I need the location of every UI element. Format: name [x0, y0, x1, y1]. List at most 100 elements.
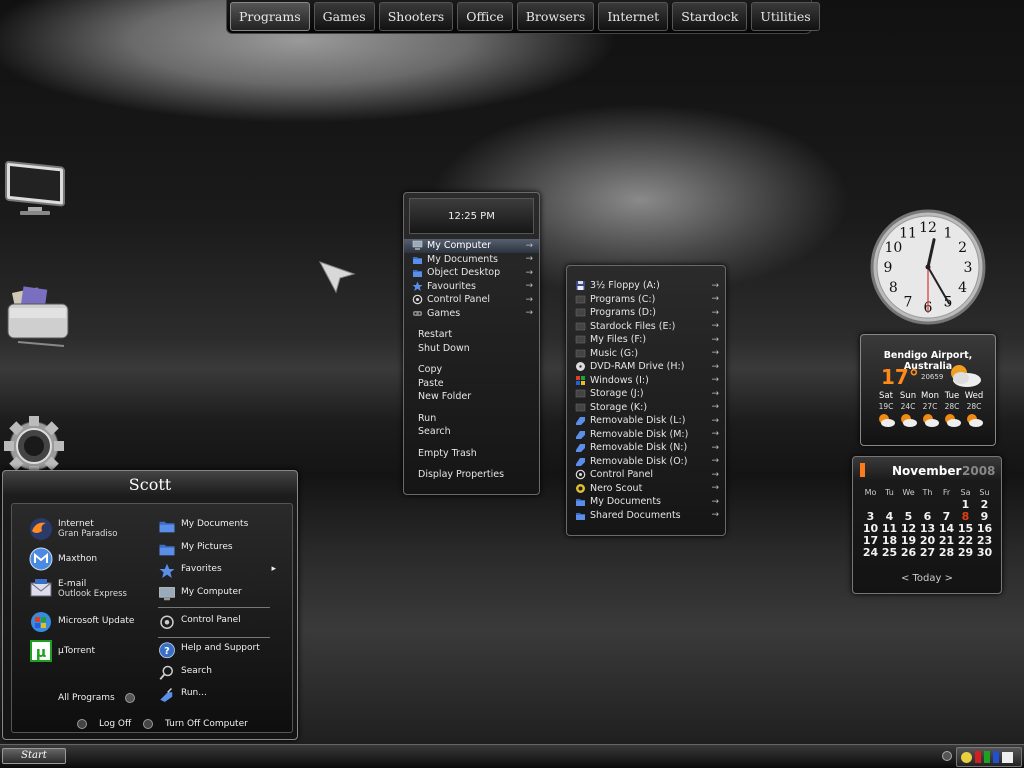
my-computer-submenu: 3½ Floppy (A:) → Programs (C:) → Programs (D…: [566, 265, 726, 536]
clock-menu-item-games[interactable]: Games →: [404, 307, 539, 321]
arrow-right-icon: →: [711, 415, 719, 426]
clock-menu-item-control-panel[interactable]: Control Panel →: [404, 293, 539, 307]
tray-toggle-icon[interactable]: [942, 751, 952, 761]
floppy-icon: [575, 280, 586, 291]
calendar-day[interactable]: 30: [975, 547, 994, 559]
clock-menu-item-copy[interactable]: Copy: [404, 363, 539, 377]
computer-menu-item-programs-c[interactable]: Programs (C:) →: [567, 293, 725, 307]
clock-menu-item-display-properties[interactable]: Display Properties: [404, 468, 539, 482]
calendar-day[interactable]: 27: [918, 547, 937, 559]
clock-menu: 12:25 PM My Computer → My Documents → Object…: [403, 192, 540, 495]
computer-menu-item-stardock-files-e[interactable]: Stardock Files (E:) →: [567, 320, 725, 334]
sunny-cloud-icon: [965, 413, 983, 427]
calendar-day[interactable]: 29: [956, 547, 975, 559]
computer-menu-item-storage-k[interactable]: Storage (K:) →: [567, 401, 725, 415]
log-off-button[interactable]: Log Off: [77, 719, 131, 729]
calendar-day[interactable]: 26: [899, 547, 918, 559]
start-menu-item-my-documents[interactable]: My Documents: [158, 515, 276, 533]
tab-stardock[interactable]: Stardock: [672, 2, 748, 31]
calendar-grid: Mo Tu We Th Fr Sa Su 1 2 3 4 5 6 7 8 9 10 11 12 13 14 15 16 17 1…: [861, 487, 994, 559]
control-panel-icon: [412, 294, 423, 305]
start-menu-item-torrent[interactable]: µ µTorrent: [29, 639, 95, 663]
tab-programs[interactable]: Programs: [230, 2, 310, 31]
tab-internet[interactable]: Internet: [598, 2, 669, 31]
computer-menu-item-control-panel[interactable]: Control Panel →: [567, 468, 725, 482]
control-panel-icon: [158, 613, 174, 629]
computer-menu-item-dvd-ram-drive-h[interactable]: DVD-RAM Drive (H:) →: [567, 360, 725, 374]
log-off-icon: [77, 719, 87, 729]
computer-menu-item-windows-i[interactable]: Windows (I:) →: [567, 374, 725, 388]
clock-menu-item-my-computer[interactable]: My Computer →: [404, 239, 539, 253]
control-panel-icon: [575, 469, 586, 480]
calendar-today-nav[interactable]: < Today >: [853, 573, 1001, 584]
system-tray: [956, 747, 1022, 767]
clock-menu-item-object-desktop[interactable]: Object Desktop →: [404, 266, 539, 280]
smiley-icon[interactable]: [961, 751, 972, 763]
start-menu-item-favorites[interactable]: Favorites ▸: [158, 560, 276, 578]
computer-menu-item-programs-d[interactable]: Programs (D:) →: [567, 306, 725, 320]
tray-app-icon[interactable]: [1002, 751, 1013, 763]
tab-office[interactable]: Office: [457, 2, 513, 31]
drive-icon: [575, 307, 586, 318]
clock-menu-item-new-folder[interactable]: New Folder: [404, 390, 539, 404]
clock-menu-item-favourites[interactable]: Favourites →: [404, 280, 539, 294]
tray-app-icon[interactable]: [993, 751, 999, 763]
start-menu-item-sublabel: Gran Paradiso: [58, 529, 118, 539]
tab-utilities[interactable]: Utilities: [751, 2, 820, 31]
computer-menu-item-removable-disk-o[interactable]: Removable Disk (O:) →: [567, 455, 725, 469]
tray-app-icon[interactable]: [975, 751, 981, 763]
start-menu-item-label: Microsoft Update: [58, 616, 135, 626]
clock-numeral: 7: [904, 295, 913, 311]
forecast-day: Sat: [879, 391, 893, 401]
dvd-icon: [575, 361, 586, 372]
start-menu-item-label: µTorrent: [58, 646, 96, 656]
tab-games[interactable]: Games: [313, 2, 375, 31]
tray-app-icon[interactable]: [984, 751, 990, 763]
start-menu-item-microsoft-update[interactable]: Microsoft Update: [29, 609, 134, 633]
computer-menu-item-removable-disk-n[interactable]: Removable Disk (N:) →: [567, 441, 725, 455]
calendar-weekday: We: [902, 488, 915, 497]
forecast-day: Sun: [899, 391, 917, 401]
tab-shooters[interactable]: Shooters: [378, 2, 454, 31]
start-menu-item-help-and-support[interactable]: ? Help and Support: [158, 639, 276, 659]
start-menu-item-my-pictures[interactable]: My Pictures: [158, 538, 276, 556]
clock-menu-item-empty-trash[interactable]: Empty Trash: [404, 447, 539, 461]
computer-menu-item-3-floppy-a[interactable]: 3½ Floppy (A:) →: [567, 279, 725, 293]
all-programs-button[interactable]: All Programs: [58, 693, 135, 703]
computer-menu-item-storage-j[interactable]: Storage (J:) →: [567, 387, 725, 401]
taskbar: Start: [0, 744, 1024, 768]
start-menu-item-maxthon[interactable]: Maxthon: [29, 547, 97, 571]
calendar-day[interactable]: 28: [937, 547, 956, 559]
computer-menu-item-my-files-f[interactable]: My Files (F:) →: [567, 333, 725, 347]
start-menu-item-internet[interactable]: Internet Gran Paradiso: [29, 517, 117, 541]
clock-menu-item-my-documents[interactable]: My Documents →: [404, 253, 539, 267]
star-icon: [412, 281, 423, 292]
calendar-month: November: [892, 464, 962, 478]
start-menu-item-search[interactable]: Search: [158, 662, 276, 680]
clock-menu-item-search[interactable]: Search: [404, 425, 539, 439]
calendar-day[interactable]: 25: [880, 547, 899, 559]
turn-off-button[interactable]: Turn Off Computer: [143, 719, 248, 729]
start-button[interactable]: Start: [2, 748, 66, 764]
start-menu-item-my-computer[interactable]: My Computer: [158, 583, 276, 601]
tab-browsers[interactable]: Browsers: [516, 2, 595, 31]
computer-menu-item-shared-documents[interactable]: Shared Documents →: [567, 509, 725, 523]
arrow-right-icon: →: [711, 294, 719, 305]
documents-briefcase-icon[interactable]: [2, 286, 70, 350]
monitor-icon[interactable]: [0, 155, 68, 219]
calendar-day[interactable]: 24: [861, 547, 880, 559]
clock-menu-item-shut-down[interactable]: Shut Down: [404, 342, 539, 356]
computer-menu-item-my-documents[interactable]: My Documents →: [567, 495, 725, 509]
computer-menu-item-music-g[interactable]: Music (G:) →: [567, 347, 725, 361]
computer-menu-item-nero-scout[interactable]: Nero Scout →: [567, 482, 725, 496]
computer-menu-item-removable-disk-m[interactable]: Removable Disk (M:) →: [567, 428, 725, 442]
start-menu-item-control-panel[interactable]: Control Panel: [158, 611, 276, 629]
clock-menu-item-run[interactable]: Run: [404, 412, 539, 426]
computer-menu-item-removable-disk-l[interactable]: Removable Disk (L:) →: [567, 414, 725, 428]
nero-icon: [575, 483, 586, 494]
start-menu-item-run[interactable]: Run...: [158, 684, 276, 702]
clock-menu-item-restart[interactable]: Restart: [404, 328, 539, 342]
clock-numeral: 8: [889, 280, 898, 296]
clock-menu-item-paste[interactable]: Paste: [404, 377, 539, 391]
start-menu-item-e-mail[interactable]: E-mail Outlook Express: [29, 577, 127, 601]
